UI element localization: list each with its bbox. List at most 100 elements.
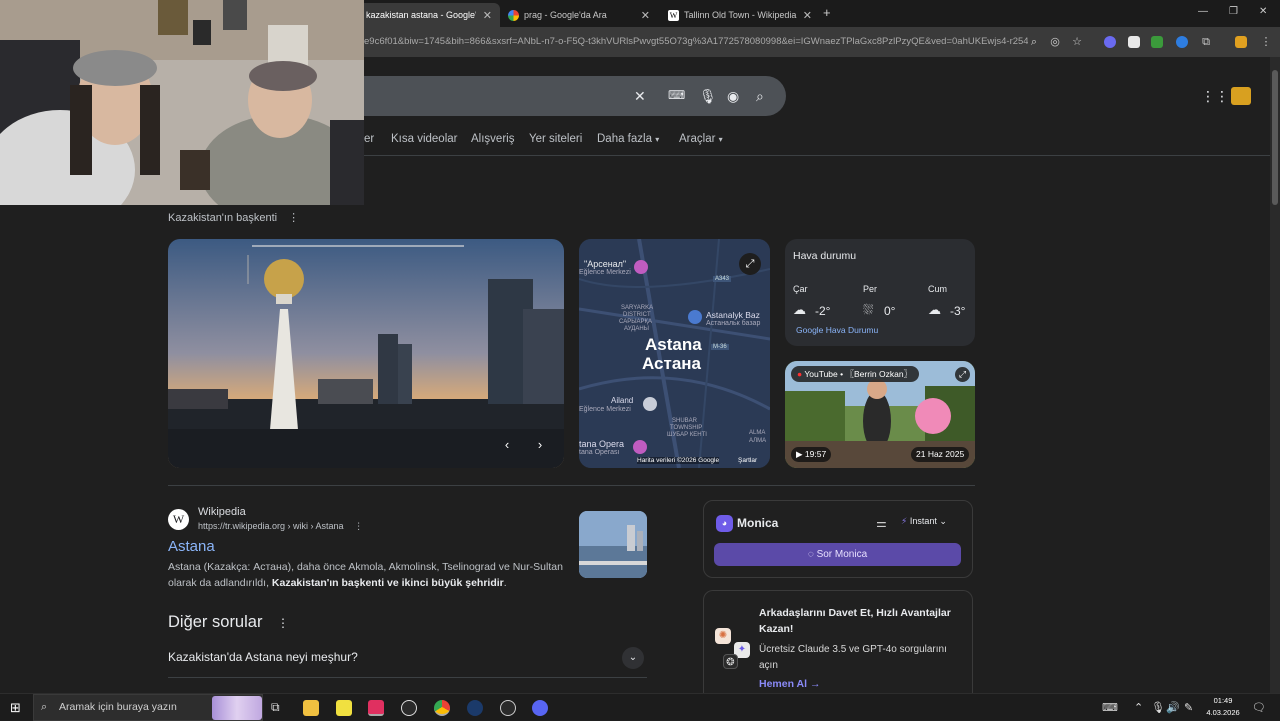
- tab-short-videos[interactable]: Kısa videolar: [391, 133, 457, 145]
- music-app-icon[interactable]: [368, 700, 384, 716]
- tab-places[interactable]: Yer siteleri: [529, 133, 582, 145]
- keyboard-layout-icon[interactable]: ⌨: [1102, 701, 1118, 714]
- webcam-overlay: [0, 0, 364, 205]
- map-preview[interactable]: "Арсенал" Eğlence Merkezi SARYARKA DISTR…: [579, 239, 770, 468]
- result-url[interactable]: https://tr.wikipedia.org › wiki › Astana…: [198, 521, 363, 532]
- result-thumbnail[interactable]: [579, 511, 647, 578]
- discord-icon[interactable]: [532, 700, 548, 716]
- caret-down-icon: ▾: [655, 135, 660, 144]
- chevron-down-icon[interactable]: ⌄: [622, 647, 644, 669]
- cloud-icon: ☁: [928, 302, 941, 317]
- question-item[interactable]: Kazakistan'da Astana neyi meşhur?: [168, 650, 358, 664]
- mode-selector[interactable]: ⚡ Instant ⌄: [901, 516, 947, 527]
- weather-source-link[interactable]: Google Hava Durumu: [796, 325, 878, 335]
- cloud-icon: ☁: [793, 302, 806, 317]
- close-tab-icon[interactable]: ✕: [483, 9, 492, 22]
- result-site-name: Wikipedia: [198, 506, 246, 518]
- lens-icon[interactable]: ◉: [727, 88, 739, 105]
- show-hidden-icons-icon[interactable]: ⌃: [1134, 701, 1143, 714]
- tab-title: prag - Google'da Ara: [524, 10, 607, 20]
- video-duration: ▶ 19:57: [791, 447, 832, 462]
- discord-extension-icon[interactable]: [1104, 36, 1116, 48]
- people-also-ask-heading: Diğer sorular ⋮: [168, 613, 289, 632]
- address-bar[interactable]: e9c6f01&biw=1745&bih=866&sxsrf=ANbL-n7-o…: [364, 30, 1028, 54]
- map-label: Eğlence Merkezi: [579, 406, 631, 413]
- result-snippet: Astana (Kazakça: Астана), daha önce Akmo…: [168, 559, 563, 591]
- map-label: "Арсенал": [584, 259, 627, 269]
- map-terms-link[interactable]: Şartlar: [738, 457, 757, 464]
- ask-monica-label: Sor Monica: [816, 549, 868, 560]
- tab-images[interactable]: er: [364, 133, 374, 145]
- city-photo[interactable]: [168, 239, 564, 468]
- map-credit: Harita verileri ©2026 Google: [637, 457, 720, 464]
- extension-icon[interactable]: [1176, 36, 1188, 48]
- previous-image-button[interactable]: ‹: [498, 436, 516, 454]
- restore-button[interactable]: ❐: [1229, 6, 1238, 17]
- search-input[interactable]: ✕ ⌨ 🎙 ◉ ⌕: [340, 76, 786, 116]
- weather-temp: 0°: [884, 304, 896, 318]
- expand-icon[interactable]: ⤢: [955, 367, 970, 382]
- pen-icon[interactable]: ✎: [1184, 701, 1193, 714]
- map-label: Astanalyk Baz: [706, 310, 760, 320]
- google-icon: [508, 9, 519, 21]
- zoom-icon[interactable]: ⌕: [1027, 35, 1041, 49]
- new-tab-button[interactable]: +: [823, 5, 831, 20]
- tab-shopping[interactable]: Alışveriş: [471, 133, 514, 145]
- clock-date[interactable]: 4.03.2026: [1202, 708, 1244, 717]
- profile-avatar[interactable]: [1235, 36, 1247, 48]
- task-view-icon[interactable]: ⧉: [271, 700, 280, 715]
- clock-time[interactable]: 01:49: [1204, 696, 1242, 705]
- video-card[interactable]: ● YouTube • 〖Berrin Ozkan〗 ⤢ ▶ 19:57 21 …: [785, 361, 975, 468]
- clear-search-icon[interactable]: ✕: [634, 88, 646, 105]
- chrome-icon[interactable]: [434, 700, 450, 716]
- ask-monica-button[interactable]: ◌ Sor Monica: [714, 543, 961, 566]
- file-explorer-icon[interactable]: [303, 700, 319, 716]
- tab-kazakistan-astana[interactable]: kazakistan astana - Google'da A ✕: [358, 3, 500, 27]
- divider: [360, 155, 1270, 156]
- mic-extension-icon[interactable]: [1151, 36, 1163, 48]
- notifications-icon[interactable]: 🗨: [1252, 701, 1266, 714]
- microphone-icon[interactable]: 🎙: [1151, 701, 1165, 714]
- more-options-icon[interactable]: ⋮: [288, 212, 299, 224]
- get-now-link[interactable]: Hemen Al →: [759, 678, 820, 690]
- minimize-button[interactable]: —: [1198, 6, 1208, 17]
- rain-cloud-icon: ⛆: [863, 302, 874, 317]
- next-image-button[interactable]: ›: [531, 436, 549, 454]
- scrollbar-thumb[interactable]: [1272, 70, 1278, 205]
- search-icon[interactable]: ⌕: [756, 88, 764, 105]
- app-icon[interactable]: [500, 700, 516, 716]
- monica-name: Monica: [737, 516, 779, 530]
- windows-start-icon[interactable]: ⊞: [10, 700, 21, 716]
- result-title-link[interactable]: Astana: [168, 538, 215, 555]
- tab-tallinn[interactable]: W Tallinn Old Town - Wikipedia ✕: [660, 3, 820, 27]
- volume-icon[interactable]: 🔊: [1166, 701, 1180, 714]
- more-options-icon[interactable]: ⋮: [354, 521, 363, 531]
- weather-card[interactable]: Hava durumu Çar Per Cum ☁ -2° ⛆ 0° ☁ -3°…: [785, 239, 975, 346]
- map-label: АЛМА: [749, 438, 767, 444]
- taskbar-search-input[interactable]: ⌕ Aramak için buraya yazın: [33, 694, 263, 721]
- extension-icon[interactable]: [1128, 36, 1140, 48]
- tab-more[interactable]: Daha fazla ▾: [597, 133, 659, 145]
- tab-prag[interactable]: prag - Google'da Ara ✕: [500, 3, 658, 27]
- keyboard-icon[interactable]: ⌨: [668, 88, 685, 102]
- snippet-end: .: [503, 577, 507, 589]
- close-window-button[interactable]: ✕: [1259, 6, 1267, 17]
- account-avatar[interactable]: [1231, 87, 1251, 105]
- menu-dots-icon[interactable]: ⋮: [1259, 35, 1273, 49]
- eye-slash-icon[interactable]: ◎: [1048, 35, 1062, 49]
- divider: [168, 677, 647, 678]
- sticky-notes-icon[interactable]: [336, 700, 352, 716]
- bookmark-star-icon[interactable]: ☆: [1070, 35, 1084, 49]
- steam-icon[interactable]: [467, 700, 483, 716]
- puzzle-icon[interactable]: ⧉: [1199, 35, 1213, 49]
- close-tab-icon[interactable]: ✕: [641, 9, 650, 22]
- weather-day: Çar: [793, 284, 808, 294]
- close-tab-icon[interactable]: ✕: [803, 9, 812, 22]
- expand-map-icon[interactable]: ⤢: [739, 253, 761, 275]
- settings-sliders-icon[interactable]: ⚌: [876, 516, 887, 530]
- chatgpt-icon[interactable]: [401, 700, 417, 716]
- more-options-icon[interactable]: ⋮: [277, 616, 289, 630]
- tab-tools[interactable]: Araçlar ▾: [679, 133, 723, 145]
- microphone-icon[interactable]: 🎙: [699, 88, 717, 105]
- weather-title: Hava durumu: [793, 250, 857, 262]
